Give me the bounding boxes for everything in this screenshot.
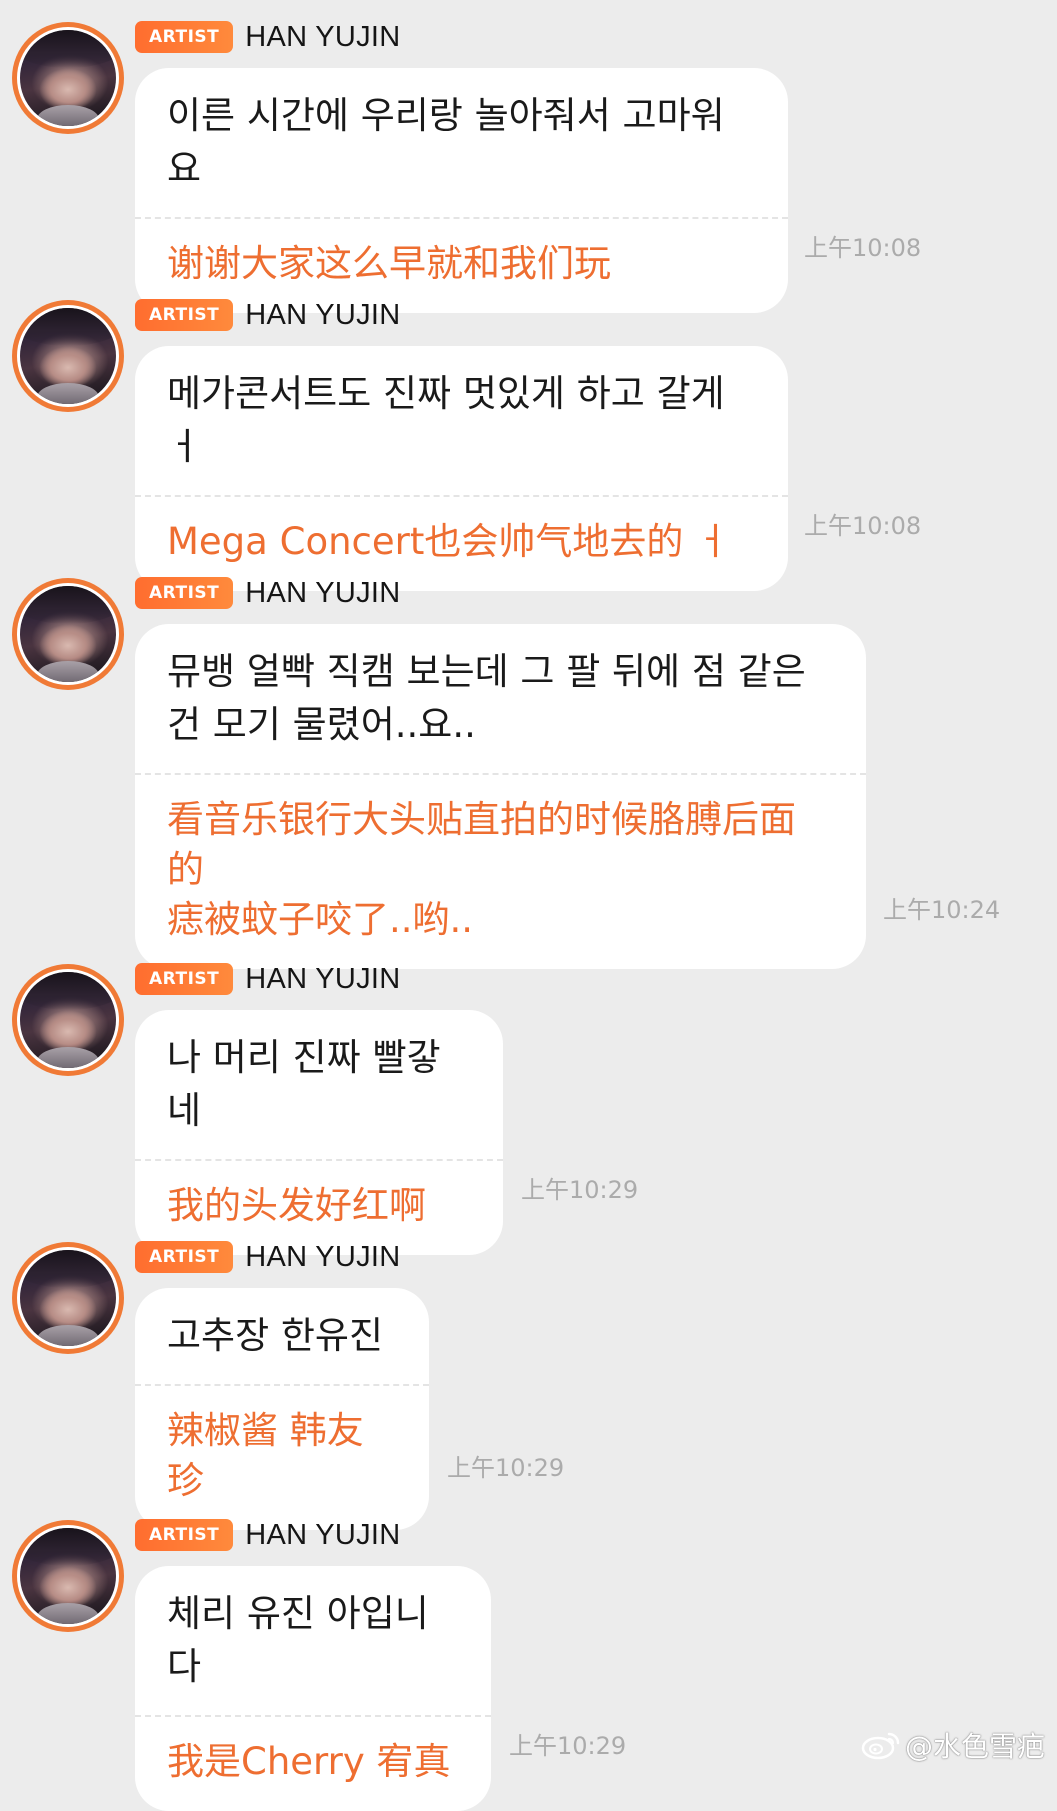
sender-name: HAN YUJIN xyxy=(245,298,401,331)
artist-badge: ARTIST xyxy=(135,21,234,53)
korean-text: 이른 시간에 우리랑 놀아줘서 고마워요 xyxy=(167,94,725,190)
avatar-photo xyxy=(20,972,116,1068)
avatar[interactable] xyxy=(12,964,124,1076)
korean-text: 메가콘서트도 진짜 멋있게 하고 갈게 ㅓ xyxy=(167,372,737,468)
sender-row: ARTIST HAN YUJIN xyxy=(135,962,401,996)
weibo-icon xyxy=(861,1730,901,1760)
avatar-photo xyxy=(20,1528,116,1624)
korean-text: 나 머리 진짜 빨갛네 xyxy=(167,1036,441,1132)
message-bubble[interactable]: 이른 시간에 우리랑 놀아줘서 고마워요 谢谢大家这么早就和我们玩 xyxy=(135,68,788,313)
timestamp: 上午10:24 xyxy=(883,896,1001,924)
sender-row: ARTIST HAN YUJIN xyxy=(135,298,401,332)
sender-row: ARTIST HAN YUJIN xyxy=(135,1518,401,1552)
watermark: @水色雪疤 xyxy=(861,1725,1045,1765)
chinese-translation: 辣椒酱 韩友珍 xyxy=(167,1409,364,1502)
watermark-text: @水色雪疤 xyxy=(904,1730,1045,1763)
avatar[interactable] xyxy=(12,22,124,134)
sender-row: ARTIST HAN YUJIN xyxy=(135,20,401,54)
avatar-photo xyxy=(20,30,116,126)
avatar[interactable] xyxy=(12,578,124,690)
korean-text: 체리 유진 아입니다 xyxy=(167,1592,429,1688)
avatar[interactable] xyxy=(12,1242,124,1354)
sender-name: HAN YUJIN xyxy=(245,1240,401,1273)
artist-badge: ARTIST xyxy=(135,577,234,609)
korean-text: 고추장 한유진 xyxy=(167,1314,384,1357)
sender-name: HAN YUJIN xyxy=(245,962,401,995)
korean-text: 뮤뱅 얼빡 직캠 보는데 그 팔 뒤에 점 같은 건 모기 물렸어..요.. xyxy=(167,650,806,746)
chinese-translation: 看音乐银行大头贴直拍的时候胳膊后面的 痣被蚊子咬了..哟.. xyxy=(167,798,796,941)
message-bubble[interactable]: 메가콘서트도 진짜 멋있게 하고 갈게 ㅓ Mega Concert也会帅气地去… xyxy=(135,346,788,591)
sender-name: HAN YUJIN xyxy=(245,1518,401,1551)
message-bubble[interactable]: 체리 유진 아입니다 我是Cherry 宥真 xyxy=(135,1566,491,1811)
artist-badge: ARTIST xyxy=(135,963,234,995)
chinese-translation: 我是Cherry 宥真 xyxy=(167,1740,451,1783)
artist-badge: ARTIST xyxy=(135,299,234,331)
sender-row: ARTIST HAN YUJIN xyxy=(135,576,401,610)
artist-badge: ARTIST xyxy=(135,1519,234,1551)
sender-row: ARTIST HAN YUJIN xyxy=(135,1240,401,1274)
sender-name: HAN YUJIN xyxy=(245,20,401,53)
message-bubble[interactable]: 나 머리 진짜 빨갛네 我的头发好红啊 xyxy=(135,1010,503,1255)
message-bubble[interactable]: 뮤뱅 얼빡 직캠 보는데 그 팔 뒤에 점 같은 건 모기 물렸어..요.. 看… xyxy=(135,624,866,969)
timestamp: 上午10:29 xyxy=(521,1176,639,1204)
timestamp: 上午10:08 xyxy=(804,234,922,262)
timestamp: 上午10:29 xyxy=(509,1732,627,1760)
timestamp: 上午10:29 xyxy=(447,1454,565,1482)
avatar[interactable] xyxy=(12,1520,124,1632)
avatar-photo xyxy=(20,1250,116,1346)
avatar-photo xyxy=(20,308,116,404)
sender-name: HAN YUJIN xyxy=(245,576,401,609)
timestamp: 上午10:08 xyxy=(804,512,922,540)
avatar-photo xyxy=(20,586,116,682)
message-bubble[interactable]: 고추장 한유진 辣椒酱 韩友珍 xyxy=(135,1288,429,1530)
avatar[interactable] xyxy=(12,300,124,412)
artist-badge: ARTIST xyxy=(135,1241,234,1273)
